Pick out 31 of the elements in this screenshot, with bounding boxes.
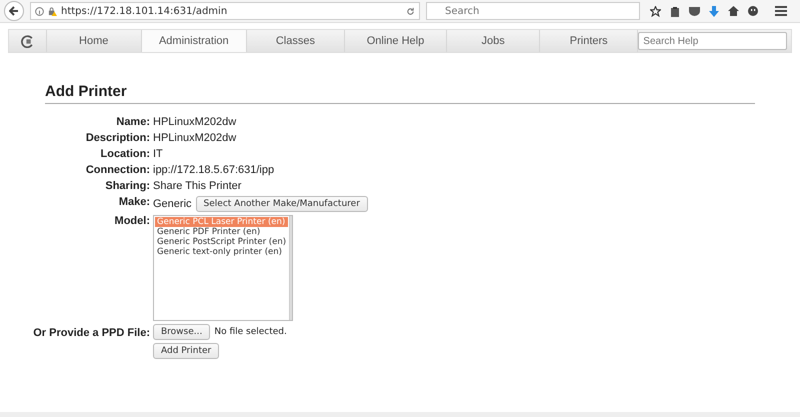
search-help-field[interactable]: Search Help bbox=[638, 32, 787, 50]
field-value: IT bbox=[153, 148, 164, 161]
nav-tab[interactable]: Online Help bbox=[344, 30, 448, 52]
add-printer-button[interactable]: Add Printer bbox=[153, 343, 220, 359]
file-status: No file selected. bbox=[214, 326, 287, 338]
search-field[interactable]: Search bbox=[426, 2, 640, 20]
url-text: https://172.18.101.14:631/admin bbox=[61, 6, 228, 16]
field-value: ipp://172.18.5.67:631/ipp bbox=[153, 164, 276, 177]
model-option[interactable]: Generic PostScript Printer (en) bbox=[155, 237, 288, 247]
nav-tab[interactable]: Classes bbox=[246, 30, 345, 52]
field-label: Model: bbox=[114, 215, 150, 228]
model-list[interactable]: Generic PCL Laser Printer (en) Generic PDF Printer (en) Generic PostScript Printer (en) Generic text-only printer (en) bbox=[153, 215, 293, 321]
model-option[interactable]: Generic text-only printer (en) bbox=[155, 247, 288, 257]
field-value: Share This Printer bbox=[153, 180, 242, 193]
model-option[interactable]: Generic PDF Printer (en) bbox=[155, 227, 288, 237]
field-value: Generic bbox=[153, 198, 192, 210]
select-make-button[interactable]: Select Another Make/Manufacturer bbox=[196, 196, 368, 212]
field-label: Sharing: bbox=[104, 180, 150, 193]
field-label: Or Provide a PPD File: bbox=[33, 326, 150, 340]
field-value: HPLinuxM202dw bbox=[153, 132, 238, 145]
field-label: Name: bbox=[115, 116, 150, 129]
field-value: HPLinuxM202dw bbox=[153, 116, 238, 129]
field-label: Location: bbox=[100, 148, 150, 161]
field-label: Make: bbox=[118, 196, 150, 209]
url-field[interactable]: https://172.18.101.14:631/admin bbox=[30, 2, 420, 20]
field-label: Connection: bbox=[84, 164, 150, 177]
nav-tab[interactable]: Jobs bbox=[447, 30, 540, 52]
browse-button[interactable]: Browse... bbox=[153, 324, 210, 340]
nav-tab[interactable]: Administration bbox=[142, 30, 247, 52]
page-heading: Add Printer bbox=[45, 83, 755, 104]
field-label: Description: bbox=[84, 132, 150, 145]
